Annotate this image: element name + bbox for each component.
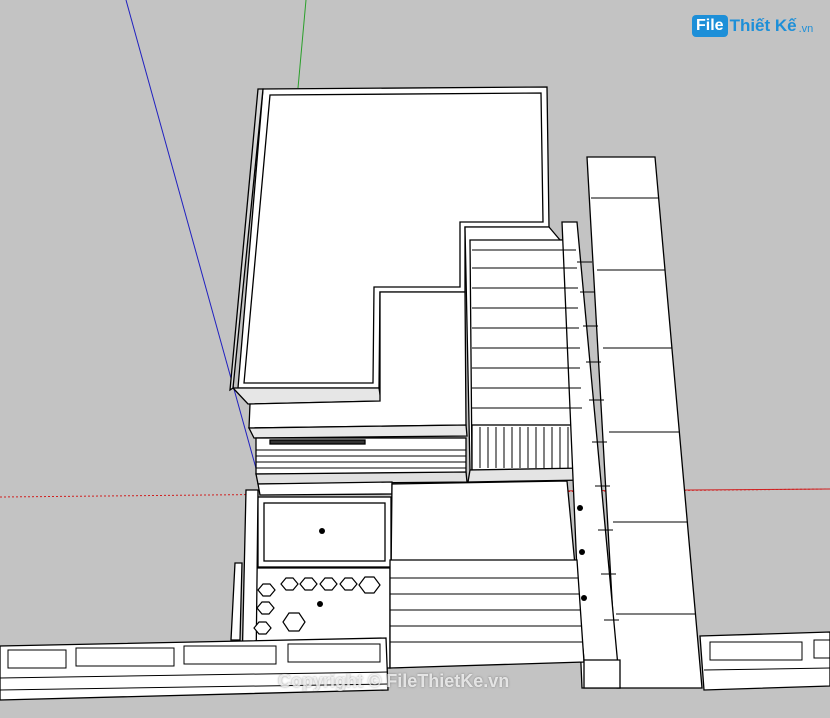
base-slab xyxy=(257,481,393,496)
balcony-slab xyxy=(467,467,587,483)
blue-axis xyxy=(125,0,263,491)
floor-front xyxy=(247,424,468,439)
sketchup-viewport[interactable]: File Thiết Kế .vn Copyright © FileThietK… xyxy=(0,0,830,718)
gate-area xyxy=(583,659,621,689)
left-low-wall xyxy=(230,562,243,641)
front-fence-right xyxy=(699,631,830,691)
front-steps xyxy=(389,559,585,669)
front-window-dark xyxy=(269,439,366,445)
copyright-watermark: Copyright © FileThietKe.vn xyxy=(278,671,510,691)
house-model-3d[interactable] xyxy=(0,0,830,718)
logo-name: Thiết Kế xyxy=(729,16,797,35)
logo-tld: .vn xyxy=(798,22,814,35)
filethietke-logo: File Thiết Kế .vn xyxy=(692,12,813,40)
green-axis xyxy=(297,0,307,89)
logo-badge: File xyxy=(692,15,728,37)
